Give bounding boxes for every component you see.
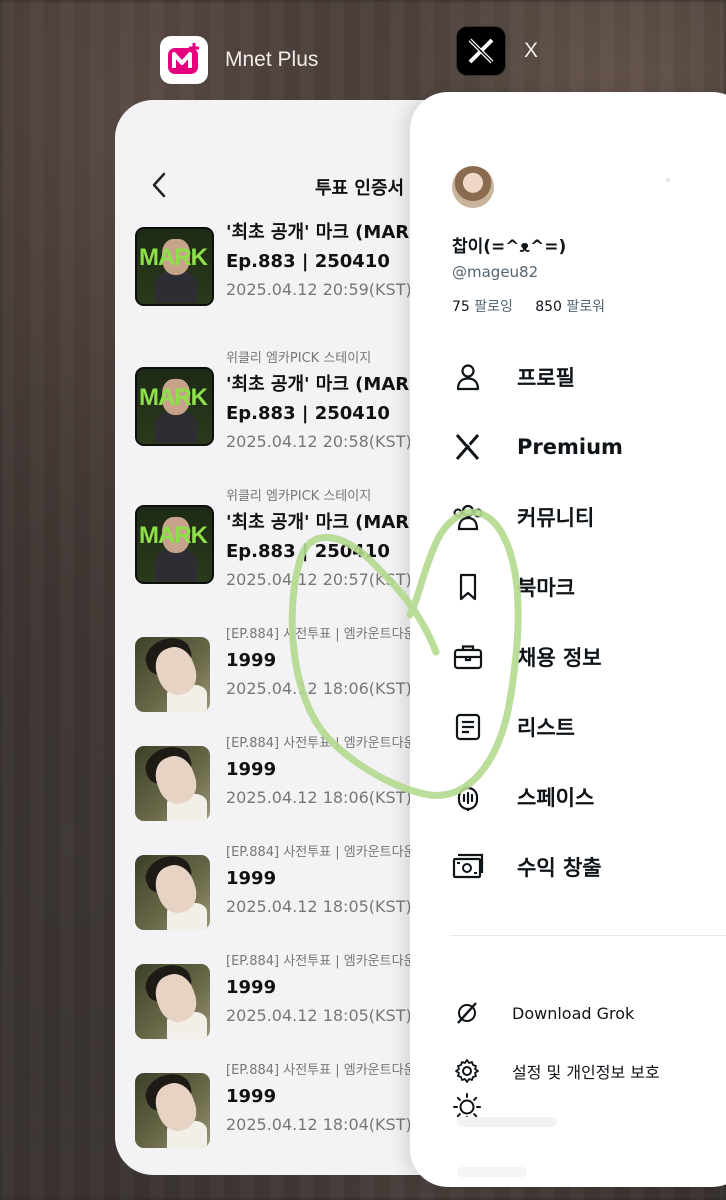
page-title: 투표 인증서 xyxy=(315,178,405,199)
1999-song-thumbnail xyxy=(135,746,210,821)
display-name: 찹이(=^ᴥ^=) xyxy=(452,237,567,257)
menu-item[interactable]: 북마크 xyxy=(450,552,623,622)
grok-icon xyxy=(450,996,484,1030)
1999-song-thumbnail xyxy=(135,1073,210,1148)
menu-item-label: 커뮤니티 xyxy=(517,506,595,530)
follow-stats: 75 팔로잉 850 팔로워 xyxy=(452,296,605,316)
account-dot xyxy=(666,178,670,182)
menu-item[interactable]: 수익 창출 xyxy=(450,832,623,902)
x-side-menu: 프로필 Premium 커뮤니티북마크채용 정보리스트스페이스수익 창출 xyxy=(450,342,623,902)
mark-stage-thumbnail: MARK xyxy=(135,227,214,306)
chevron-left-icon xyxy=(152,172,166,198)
menu-item[interactable]: 프로필 xyxy=(450,342,623,412)
menu-item-label: 수익 창출 xyxy=(517,856,602,880)
sub-menu-item[interactable]: Download Grok xyxy=(450,984,660,1042)
menu-item[interactable]: 커뮤니티 xyxy=(450,482,623,552)
following-link[interactable]: 75 팔로잉 xyxy=(452,299,513,315)
menu-item[interactable]: 스페이스 xyxy=(450,762,623,832)
sub-menu-item-label: 설정 및 개인정보 보호 xyxy=(512,1063,660,1082)
x-sub-menu: Download Grok 설정 및 개인정보 보호 xyxy=(450,984,660,1100)
followers-count: 850 xyxy=(535,299,562,315)
faded-item xyxy=(457,1117,557,1127)
menu-item-label: Premium xyxy=(517,435,623,459)
money-icon xyxy=(450,849,486,885)
menu-item-label: 스페이스 xyxy=(517,786,595,810)
1999-song-thumbnail xyxy=(135,637,210,712)
1999-song-thumbnail xyxy=(135,855,210,930)
menu-item-label: 프로필 xyxy=(517,366,575,390)
menu-item-label: 북마크 xyxy=(517,576,575,600)
x-logo-icon xyxy=(450,429,486,465)
spaces-icon xyxy=(450,779,486,815)
followers-label: 팔로워 xyxy=(566,299,606,315)
menu-item-label: 리스트 xyxy=(517,716,575,740)
menu-item[interactable]: 채용 정보 xyxy=(450,622,623,692)
followers-link[interactable]: 850 팔로워 xyxy=(535,299,605,315)
following-count: 75 xyxy=(452,299,470,315)
1999-song-thumbnail xyxy=(135,964,210,1039)
x-app-icon xyxy=(456,26,506,76)
list-icon xyxy=(450,709,486,745)
menu-divider xyxy=(450,935,726,936)
community-icon xyxy=(450,499,486,535)
briefcase-icon xyxy=(450,639,486,675)
bookmark-icon xyxy=(450,569,486,605)
person-icon xyxy=(450,359,486,395)
sub-menu-item-label: Download Grok xyxy=(512,1003,635,1023)
x-app-label[interactable]: X xyxy=(456,26,538,76)
mnet-app-label[interactable]: Mnet Plus xyxy=(160,36,318,84)
menu-item[interactable]: 리스트 xyxy=(450,692,623,762)
avatar[interactable] xyxy=(452,166,494,208)
x-app-name: X xyxy=(524,39,539,62)
mark-stage-thumbnail: MARK xyxy=(135,367,214,446)
user-handle: @mageu82 xyxy=(452,263,539,281)
x-app-card[interactable]: 찹이(=^ᴥ^=) @mageu82 75 팔로잉 850 팔로워 프로필 Pre… xyxy=(410,92,726,1187)
mark-stage-thumbnail: MARK xyxy=(135,505,214,584)
settings-gear-icon xyxy=(450,1054,484,1088)
faded-item xyxy=(457,1167,527,1177)
following-label: 팔로잉 xyxy=(474,299,513,315)
menu-item-label: 채용 정보 xyxy=(517,646,602,670)
mnet-plus-app-icon xyxy=(160,36,208,84)
back-button[interactable] xyxy=(145,168,175,202)
mnet-app-name: Mnet Plus xyxy=(225,48,319,71)
menu-item[interactable]: Premium xyxy=(450,412,623,482)
